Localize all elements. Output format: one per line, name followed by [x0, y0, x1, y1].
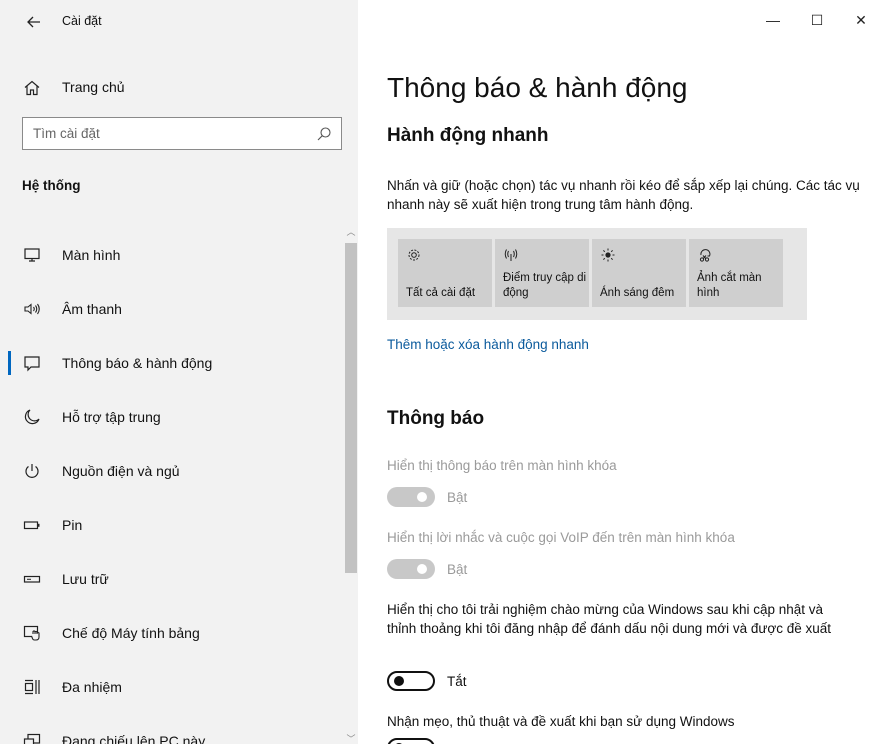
lock-screen-notifications-toggle[interactable] — [387, 487, 435, 507]
toggle-knob — [417, 492, 427, 502]
setting-welcome-experience-label: Hiển thị cho tôi trải nghiệm chào mừng c… — [387, 602, 832, 636]
monitor-icon — [22, 245, 42, 265]
sidebar-item-label: Thông báo & hành động — [62, 355, 213, 371]
sidebar-item-storage[interactable]: Lưu trữ — [0, 554, 344, 608]
sidebar-item-label: Đang chiếu lên PC này — [62, 733, 206, 744]
search-input[interactable] — [23, 118, 308, 149]
brightness-icon — [600, 247, 616, 263]
speaker-icon — [22, 299, 42, 319]
gear-icon — [406, 247, 422, 263]
quick-actions-panel: Tất cả cài đặt Điểm truy cập di động Ánh… — [387, 228, 807, 320]
sidebar-item-power[interactable]: Nguồn điện và ngủ — [0, 446, 344, 500]
quick-action-tile-hotspot[interactable]: Điểm truy cập di động — [495, 239, 589, 307]
setting-voip-reminders-label: Hiển thị lời nhắc và cuộc gọi VoIP đến t… — [387, 530, 735, 545]
voip-reminders-toggle[interactable] — [387, 559, 435, 579]
welcome-experience-toggle[interactable] — [387, 671, 435, 691]
tips-tricks-toggle[interactable] — [387, 738, 435, 744]
sidebar-item-display[interactable]: Màn hình — [0, 230, 344, 284]
setting-tips-tricks-label: Nhận mẹo, thủ thuật và đề xuất khi bạn s… — [387, 714, 735, 729]
search-icon[interactable] — [316, 126, 332, 142]
quick-action-tile-screen-snip[interactable]: Ảnh cắt màn hình — [689, 239, 783, 307]
scroll-down-icon[interactable]: ﹀ — [346, 732, 356, 744]
screen-snip-icon — [697, 247, 713, 263]
quick-action-tile-all-settings[interactable]: Tất cả cài đặt — [398, 239, 492, 307]
back-arrow-icon — [27, 16, 40, 28]
sidebar-item-label: Âm thanh — [62, 301, 122, 317]
sidebar-item-label: Đa nhiệm — [62, 679, 122, 695]
scroll-up-icon[interactable]: ︿ — [346, 225, 356, 237]
quick-action-tile-night-light[interactable]: Ánh sáng đêm — [592, 239, 686, 307]
sidebar-item-label: Pin — [62, 517, 83, 533]
sidebar-item-battery[interactable]: Pin — [0, 500, 344, 554]
toggle-state-text: Bật — [447, 490, 468, 505]
sidebar-item-focus-assist[interactable]: Hỗ trợ tập trung — [0, 392, 344, 446]
tablet-mode-icon — [22, 623, 42, 643]
scrollbar-thumb[interactable] — [345, 243, 357, 573]
sidebar-item-home-label: Trang chủ — [62, 79, 125, 95]
quick-action-label: Ánh sáng đêm — [600, 287, 675, 299]
sidebar-item-notifications[interactable]: Thông báo & hành động — [0, 338, 344, 392]
toggle-knob — [417, 564, 427, 574]
moon-icon — [22, 407, 42, 427]
toggle-state-text: Tắt — [447, 674, 467, 689]
title-bar: Cài đặt — [0, 0, 358, 44]
sidebar-item-multitasking[interactable]: Đa nhiệm — [0, 662, 344, 716]
projecting-icon — [22, 731, 42, 744]
sidebar-item-label: Chế độ Máy tính bảng — [62, 625, 200, 641]
battery-icon — [22, 515, 42, 535]
back-button[interactable] — [22, 10, 46, 34]
sidebar-item-home[interactable]: Trang chủ — [0, 70, 358, 106]
sidebar-scrollbar[interactable]: ︿ ﹀ — [344, 225, 358, 744]
quick-action-label: Ảnh cắt màn hình — [697, 272, 762, 299]
storage-icon — [22, 569, 42, 589]
section-title: Hệ thống — [22, 178, 81, 193]
sidebar-item-label: Hỗ trợ tập trung — [62, 409, 161, 425]
toggle-state-text: Bật — [447, 562, 468, 577]
sidebar-item-label: Nguồn điện và ngủ — [62, 463, 180, 479]
search-box — [22, 117, 342, 150]
sidebar-item-projecting[interactable]: Đang chiếu lên PC này — [0, 716, 344, 744]
main-content: Thông báo & hành động Hành động nhanh Nh… — [358, 0, 870, 744]
sidebar-item-label: Lưu trữ — [62, 571, 109, 587]
home-icon — [22, 78, 42, 98]
sidebar-item-label: Màn hình — [62, 247, 121, 263]
setting-lock-screen-notifications-label: Hiển thị thông báo trên màn hình khóa — [387, 458, 617, 473]
sidebar-item-sound[interactable]: Âm thanh — [0, 284, 344, 338]
quick-action-label: Tất cả cài đặt — [406, 287, 476, 299]
sidebar-nav: Màn hình Âm thanh Thông báo & hành động … — [0, 230, 344, 744]
quick-action-label: Điểm truy cập di động — [503, 272, 587, 299]
app-title: Cài đặt — [62, 14, 102, 28]
sidebar-item-tablet-mode[interactable]: Chế độ Máy tính bảng — [0, 608, 344, 662]
multitasking-icon — [22, 677, 42, 697]
add-remove-quick-actions-link[interactable]: Thêm hoặc xóa hành động nhanh — [387, 337, 589, 352]
hotspot-icon — [503, 247, 519, 263]
page-title: Thông báo & hành động — [387, 72, 688, 103]
quick-actions-description: Nhấn và giữ (hoặc chọn) tác vụ nhanh rồi… — [387, 178, 860, 212]
notification-icon — [22, 353, 42, 373]
power-icon — [22, 461, 42, 481]
notifications-heading: Thông báo — [387, 408, 485, 429]
toggle-knob — [394, 676, 404, 686]
quick-actions-heading: Hành động nhanh — [387, 125, 549, 146]
sidebar: Cài đặt Trang chủ Hệ thống Màn hình Âm t… — [0, 0, 358, 744]
